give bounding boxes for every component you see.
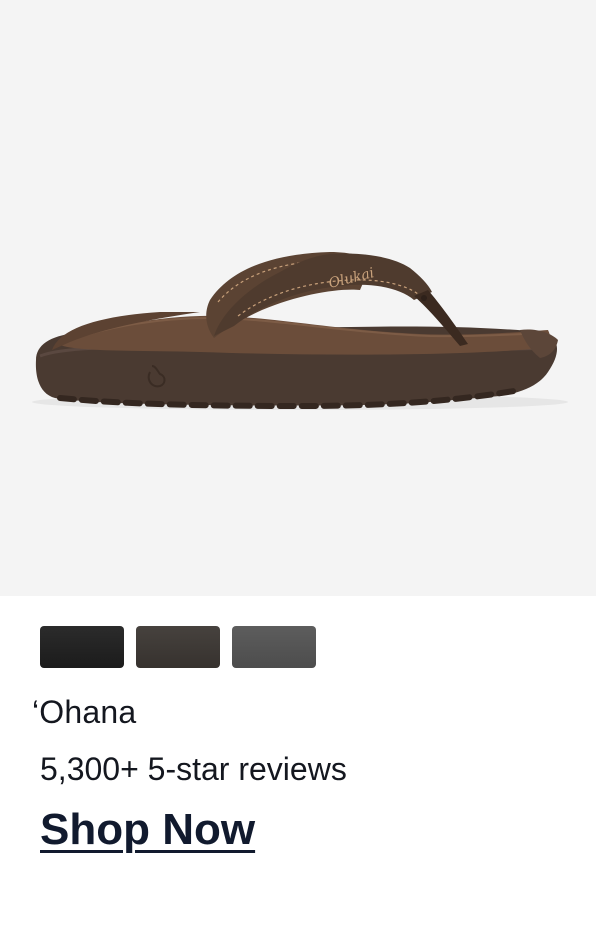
- review-count: 5,300+ 5-star reviews: [40, 751, 347, 787]
- swatch-3[interactable]: [232, 626, 316, 668]
- product-name[interactable]: ‘Ohana: [32, 692, 136, 732]
- swatch-2[interactable]: [136, 626, 220, 668]
- shop-now-link[interactable]: Shop Now: [40, 804, 255, 856]
- product-image[interactable]: Olukai: [0, 0, 596, 596]
- swatch-1[interactable]: [40, 626, 124, 668]
- sandal-image: Olukai: [32, 252, 568, 410]
- color-swatches: [40, 626, 316, 668]
